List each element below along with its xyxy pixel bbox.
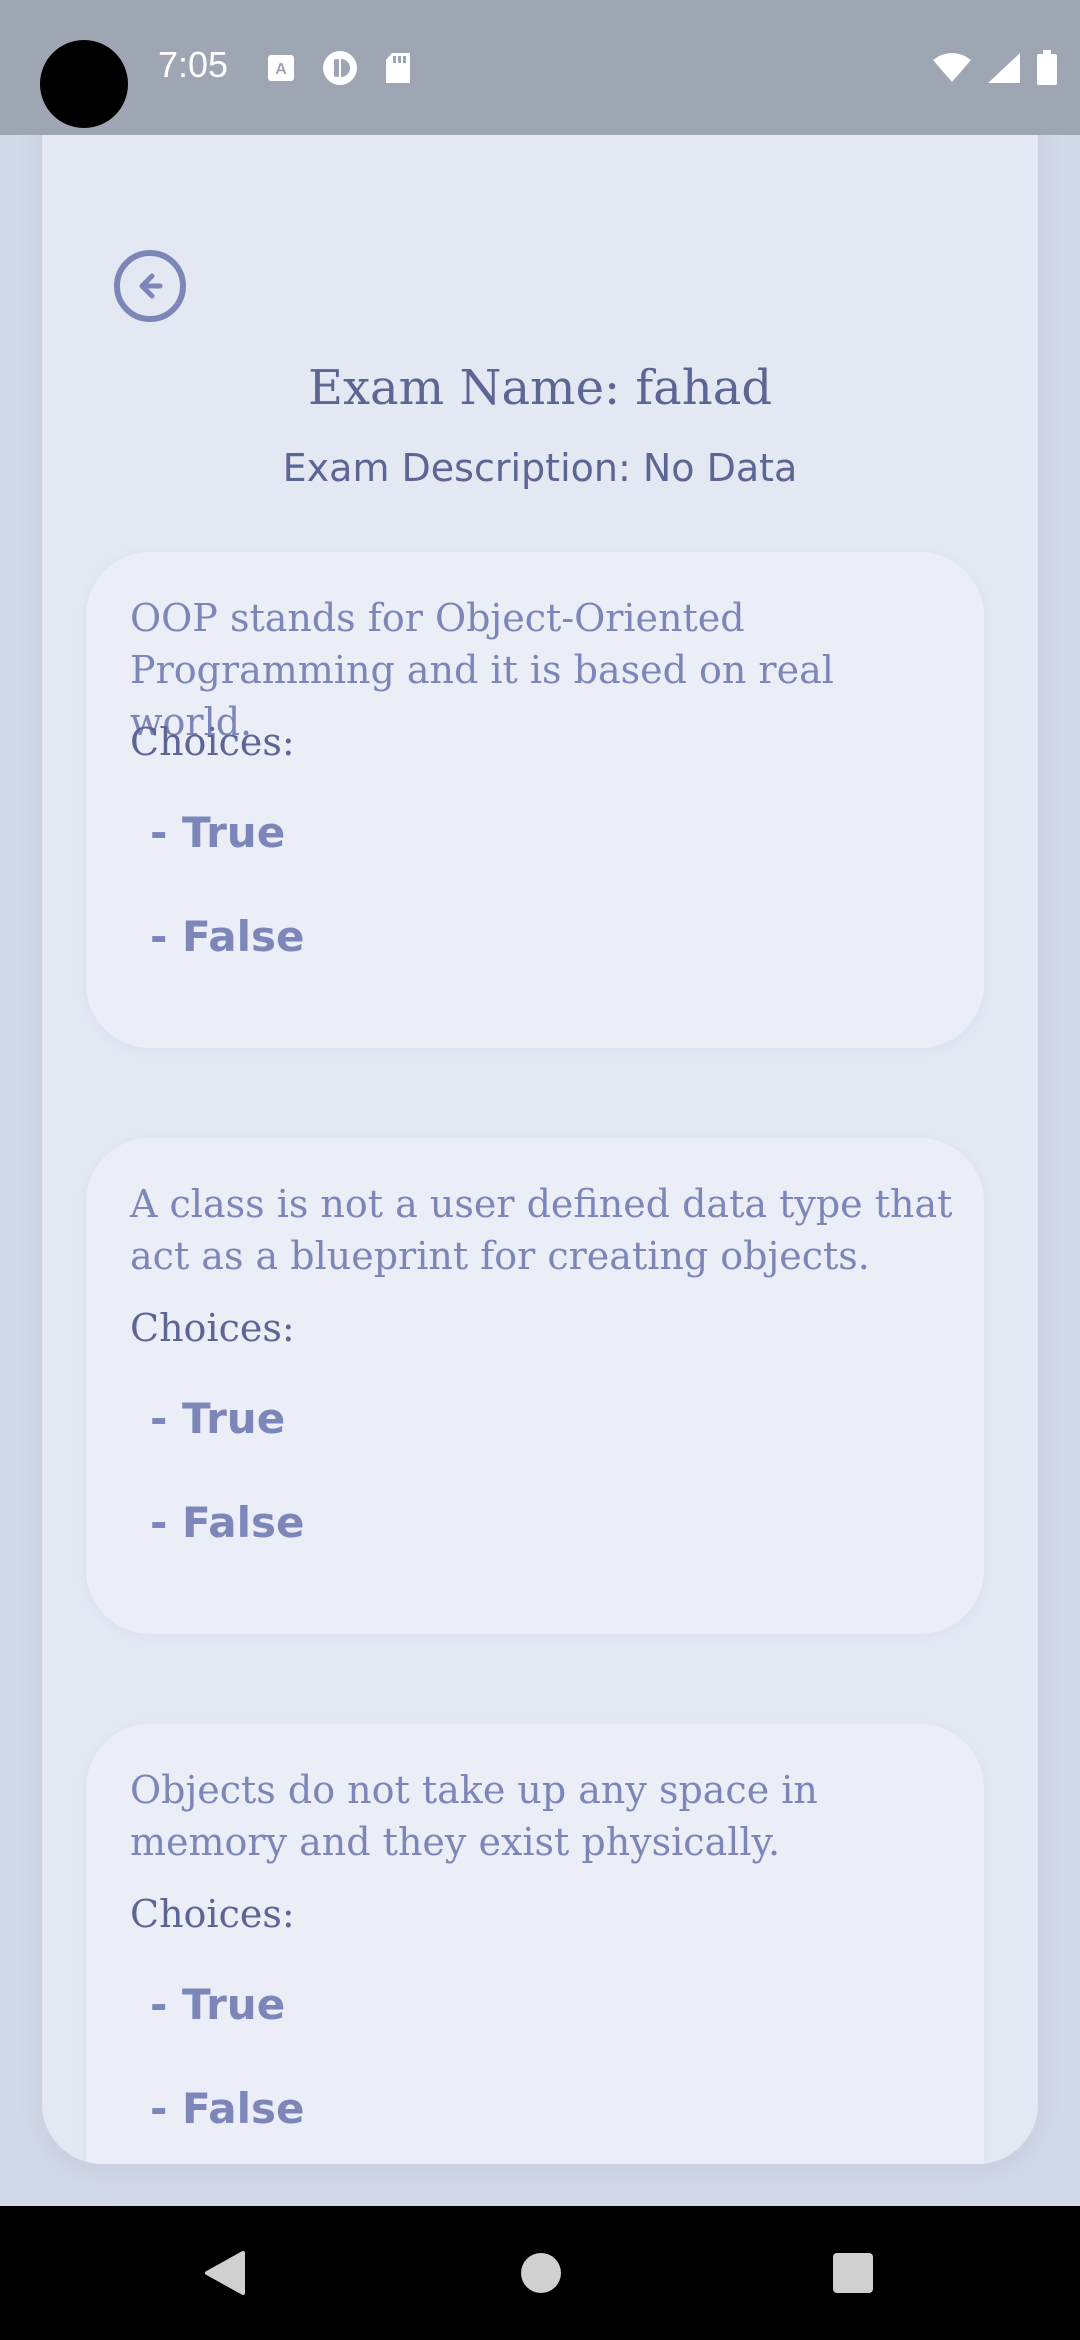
nav-recents-button[interactable] xyxy=(808,2206,898,2340)
choice-true[interactable]: - True xyxy=(150,808,285,857)
app-circle-icon xyxy=(323,51,357,85)
choice-true[interactable]: - True xyxy=(150,1394,285,1443)
triangle-back-icon xyxy=(205,2251,245,2295)
question-card: Objects do not take up any space in memo… xyxy=(86,1724,984,2164)
square-recents-icon xyxy=(833,2253,873,2293)
notification-icons: A xyxy=(266,50,412,86)
question-text: Objects do not take up any space in memo… xyxy=(130,1768,818,1864)
battery-icon xyxy=(1037,50,1057,85)
wifi-icon xyxy=(933,53,971,82)
choices-label: Choices: xyxy=(130,1306,295,1350)
camera-cutout xyxy=(40,40,128,128)
signal-icon xyxy=(988,53,1020,83)
exam-description: Exam Description: No Data xyxy=(282,446,798,490)
navigation-bar xyxy=(0,2206,1080,2340)
keyboard-a-icon: A xyxy=(268,55,294,81)
nav-back-button[interactable] xyxy=(180,2206,270,2340)
choice-true[interactable]: - True xyxy=(150,1980,285,2029)
question-card: A class is not a user defined data type … xyxy=(86,1138,984,1634)
question-card: OOP stands for Object-Oriented Programmi… xyxy=(86,552,984,1048)
status-bar: 7:05 A xyxy=(0,0,1080,135)
exam-title: Exam Name: fahad xyxy=(307,360,773,416)
choices-label: Choices: xyxy=(130,720,295,764)
sd-card-icon xyxy=(386,53,410,83)
back-button[interactable] xyxy=(114,250,186,322)
question-text: A class is not a user defined data type … xyxy=(130,1182,953,1278)
choice-false[interactable]: - False xyxy=(150,1498,305,1547)
choices-label: Choices: xyxy=(130,1892,295,1936)
circle-home-icon xyxy=(521,2253,561,2293)
nav-home-button[interactable] xyxy=(496,2206,586,2340)
choice-false[interactable]: - False xyxy=(150,912,305,961)
choice-false[interactable]: - False xyxy=(150,2084,305,2133)
svg-text:A: A xyxy=(275,61,287,78)
system-icons xyxy=(932,50,1058,86)
arrow-left-icon xyxy=(139,273,163,299)
status-time: 7:05 xyxy=(158,44,229,85)
exam-card: Exam Name: fahad Exam Description: No Da… xyxy=(42,42,1038,2164)
